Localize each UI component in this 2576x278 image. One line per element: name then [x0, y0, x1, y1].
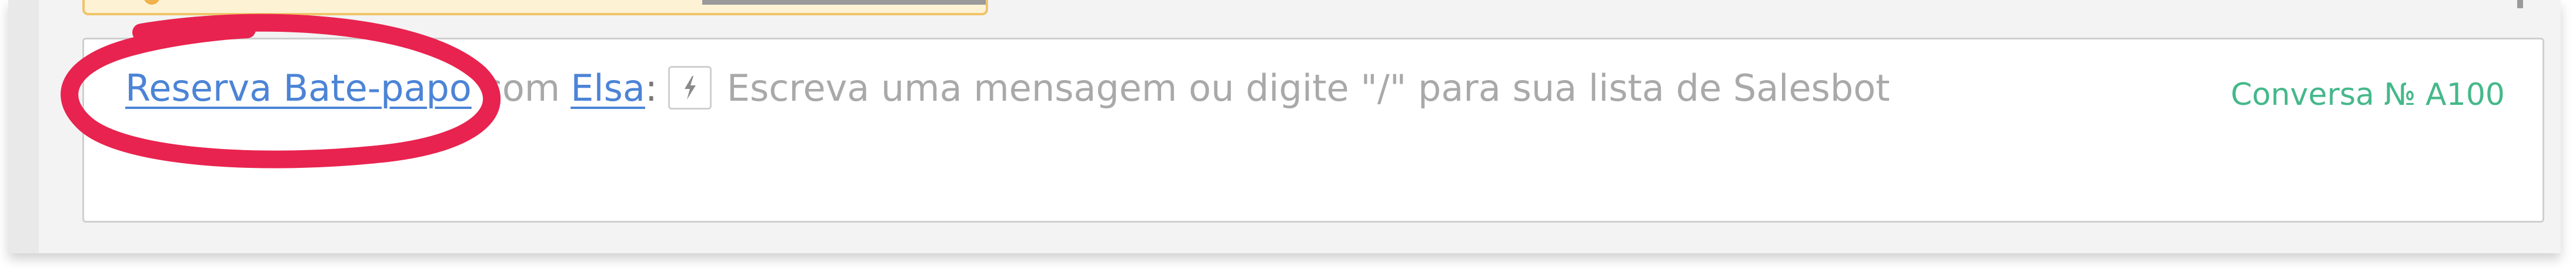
salesbot-button[interactable]: [668, 66, 712, 110]
warning-redacted-text: [702, 0, 986, 5]
bolt-icon: [684, 76, 696, 100]
panel-left-strip: [8, 0, 39, 253]
top-right-fragment: [2517, 0, 2523, 8]
message-input-placeholder[interactable]: Escreva uma mensagem ou digite "/" para …: [727, 67, 1890, 110]
channel-link[interactable]: Reserva Bate-papo: [125, 67, 472, 110]
conversation-number: Conversa № A100: [2230, 77, 2505, 112]
chat-screen: Reserva Bate-papo com Elsa : Escreva uma…: [0, 0, 2576, 278]
separator-text: :: [645, 66, 658, 110]
warning-icon: [144, 0, 160, 5]
connector-text: com: [482, 66, 560, 110]
contact-link[interactable]: Elsa: [570, 67, 645, 110]
message-composer[interactable]: Reserva Bate-papo com Elsa : Escreva uma…: [82, 38, 2544, 223]
warning-banner: [82, 0, 988, 15]
composer-line: Reserva Bate-papo com Elsa : Escreva uma…: [125, 64, 1890, 111]
